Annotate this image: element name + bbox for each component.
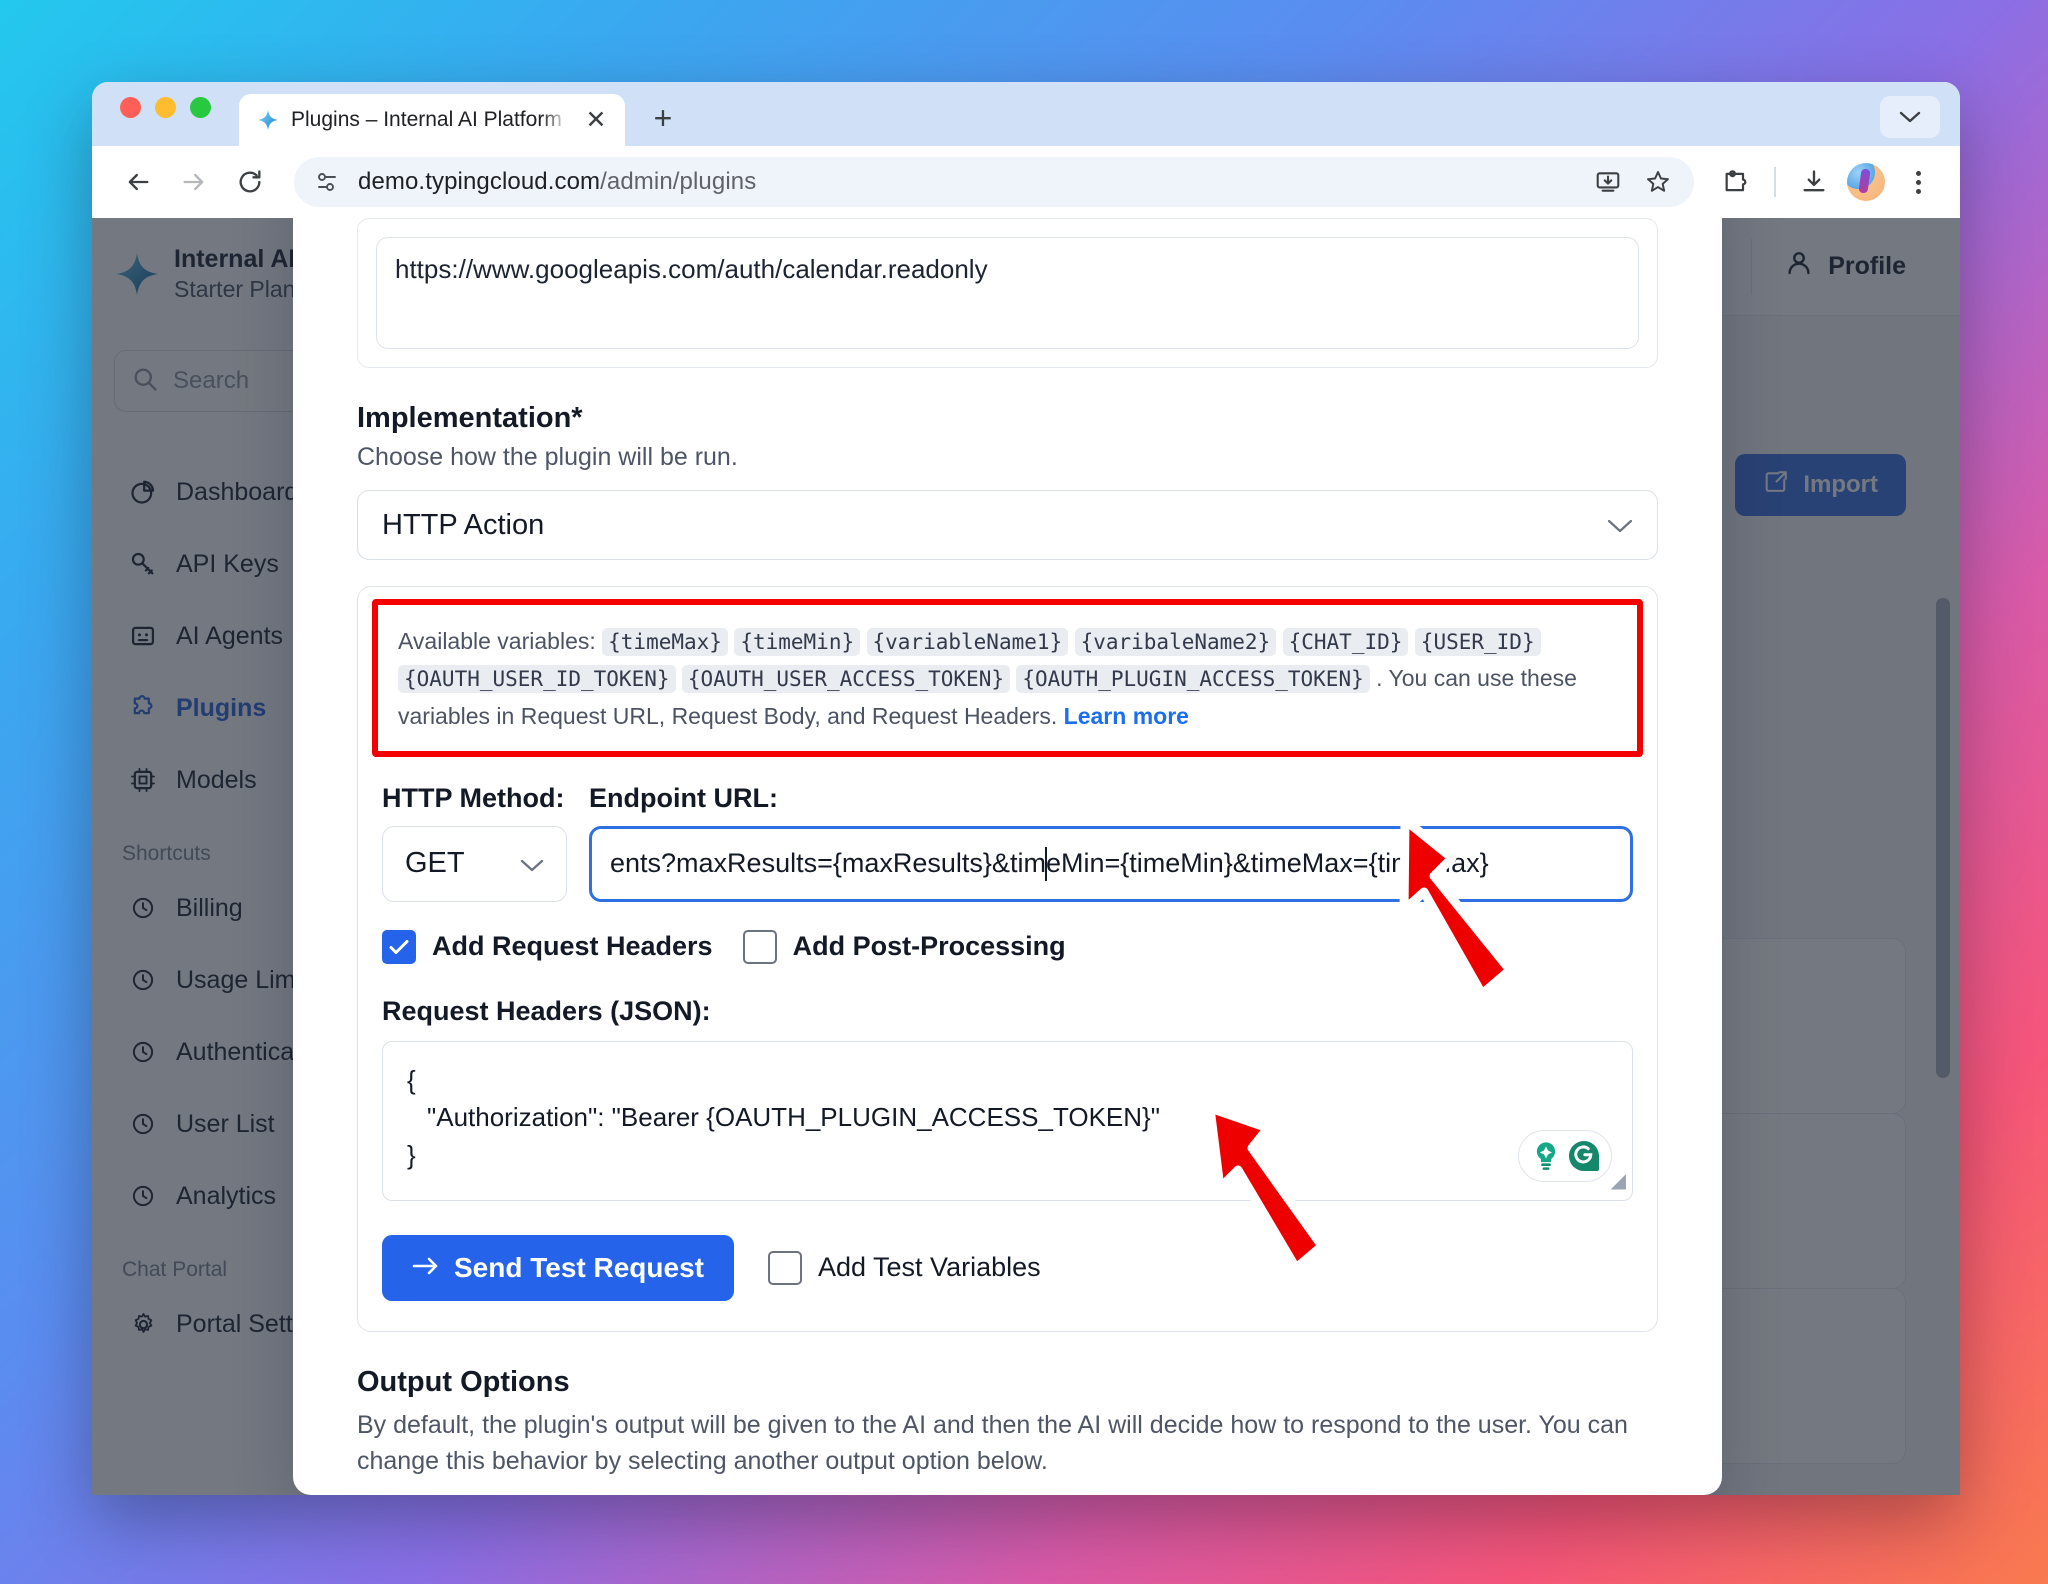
learn-more-link[interactable]: Learn more bbox=[1064, 703, 1189, 729]
resize-handle-icon[interactable]: ◢ bbox=[1611, 1167, 1626, 1196]
three-dot-menu-icon[interactable] bbox=[1896, 160, 1940, 204]
http-method-value: GET bbox=[405, 847, 465, 880]
test-request-row: Send Test Request Add Test Variables bbox=[382, 1235, 1633, 1301]
request-headers-textarea[interactable]: { "Authorization": "Bearer {OAUTH_PLUGIN… bbox=[382, 1041, 1633, 1201]
omnibox-actions bbox=[1586, 160, 1680, 204]
send-test-request-button[interactable]: Send Test Request bbox=[382, 1235, 734, 1301]
headers-line-1: { bbox=[407, 1062, 1608, 1100]
implementation-label: Implementation* bbox=[357, 402, 1658, 435]
close-tab-button[interactable]: ✕ bbox=[581, 105, 611, 135]
profile-avatar[interactable] bbox=[1844, 160, 1888, 204]
site-settings-icon[interactable] bbox=[308, 163, 346, 201]
tab-title: Plugins – Internal AI Platform bbox=[291, 108, 569, 132]
sparkle-icon bbox=[257, 109, 279, 131]
url-text: demo.typingcloud.com/admin/plugins bbox=[358, 168, 1574, 196]
checkbox-unchecked-icon bbox=[743, 930, 777, 964]
variable-token: {varibaleName2} bbox=[1075, 628, 1277, 656]
http-action-panel: Available variables: {timeMax} {timeMin}… bbox=[357, 586, 1658, 1332]
checkbox-label: Add Request Headers bbox=[432, 931, 713, 962]
send-test-request-label: Send Test Request bbox=[454, 1252, 704, 1284]
variables-prefix: Available variables: bbox=[398, 628, 596, 654]
variable-token: {OAUTH_USER_ACCESS_TOKEN} bbox=[682, 665, 1010, 693]
url-host: demo.typingcloud.com bbox=[358, 168, 600, 195]
output-options-title: Output Options bbox=[357, 1366, 1658, 1399]
bookmark-star-icon[interactable] bbox=[1636, 160, 1680, 204]
request-options: Add Request Headers Add Post-Processing bbox=[382, 930, 1633, 964]
headers-line-3: } bbox=[407, 1137, 1608, 1175]
available-variables-text: Available variables: {timeMax} {timeMin}… bbox=[398, 623, 1617, 735]
avatar bbox=[1847, 163, 1885, 201]
variable-token: {CHAT_ID} bbox=[1283, 628, 1409, 656]
maximize-window-button[interactable] bbox=[190, 97, 211, 118]
checkbox-label: Add Test Variables bbox=[818, 1252, 1041, 1283]
window-controls bbox=[120, 82, 211, 146]
close-window-button[interactable] bbox=[120, 97, 141, 118]
add-test-variables-checkbox[interactable]: Add Test Variables bbox=[768, 1251, 1041, 1285]
implementation-value: HTTP Action bbox=[382, 509, 544, 542]
endpoint-url-value-after: eMin={timeMin}&timeMax={timeMax} bbox=[1046, 848, 1489, 879]
oauth-scopes-field: https://www.googleapis.com/auth/calendar… bbox=[357, 218, 1658, 368]
http-method-label: HTTP Method: bbox=[382, 783, 589, 814]
extensions-puzzle-icon[interactable] bbox=[1714, 160, 1758, 204]
browser-toolbar: demo.typingcloud.com/admin/plugins bbox=[92, 146, 1960, 218]
request-field-labels: HTTP Method: Endpoint URL: bbox=[382, 783, 1633, 814]
address-bar[interactable]: demo.typingcloud.com/admin/plugins bbox=[294, 157, 1694, 207]
arrow-right-icon bbox=[412, 1252, 440, 1284]
grammarly-icon[interactable] bbox=[1518, 1130, 1612, 1182]
minimize-window-button[interactable] bbox=[155, 97, 176, 118]
variable-token: {USER_ID} bbox=[1415, 628, 1541, 656]
add-post-processing-checkbox[interactable]: Add Post-Processing bbox=[743, 930, 1066, 964]
scope-value: https://www.googleapis.com/auth/calendar… bbox=[395, 254, 1620, 285]
endpoint-url-label: Endpoint URL: bbox=[589, 783, 778, 814]
checkbox-checked-icon bbox=[382, 930, 416, 964]
request-field-row: GET ents?maxResults={maxResults}&timeMin… bbox=[382, 826, 1633, 902]
http-method-select[interactable]: GET bbox=[382, 826, 567, 902]
url-path: /admin/plugins bbox=[600, 168, 756, 195]
browser-tabstrip: Plugins – Internal AI Platform ✕ + bbox=[92, 82, 1960, 146]
variable-token: {OAUTH_USER_ID_TOKEN} bbox=[398, 665, 676, 693]
available-variables-callout: Available variables: {timeMax} {timeMin}… bbox=[372, 599, 1643, 757]
variable-token: {timeMin} bbox=[734, 628, 860, 656]
install-app-icon[interactable] bbox=[1586, 160, 1630, 204]
checkbox-label: Add Post-Processing bbox=[793, 931, 1066, 962]
toolbar-divider bbox=[1774, 167, 1776, 197]
scope-input[interactable]: https://www.googleapis.com/auth/calendar… bbox=[376, 237, 1639, 349]
reload-button[interactable] bbox=[226, 158, 274, 206]
variable-token: {OAUTH_PLUGIN_ACCESS_TOKEN} bbox=[1016, 665, 1369, 693]
output-options-desc: By default, the plugin's output will be … bbox=[357, 1407, 1658, 1480]
page-viewport: Internal AI Platform Starter Plan Search bbox=[92, 218, 1960, 1495]
browser-tab[interactable]: Plugins – Internal AI Platform ✕ bbox=[239, 94, 625, 146]
checkbox-unchecked-icon bbox=[768, 1251, 802, 1285]
forward-button[interactable] bbox=[170, 158, 218, 206]
add-request-headers-checkbox[interactable]: Add Request Headers bbox=[382, 930, 713, 964]
page-scrollbar[interactable] bbox=[1936, 598, 1950, 1078]
implementation-help: Choose how the plugin will be run. bbox=[357, 443, 1658, 472]
back-button[interactable] bbox=[114, 158, 162, 206]
chevron-down-icon bbox=[520, 851, 544, 877]
plugin-editor-modal: https://www.googleapis.com/auth/calendar… bbox=[293, 218, 1722, 1495]
variable-token: {variableName1} bbox=[867, 628, 1069, 656]
endpoint-url-input[interactable]: ents?maxResults={maxResults}&timeMin={ti… bbox=[589, 826, 1633, 902]
new-tab-button[interactable]: + bbox=[643, 98, 683, 138]
endpoint-url-value-before: ents?maxResults={maxResults}&tim bbox=[610, 848, 1046, 879]
implementation-select[interactable]: HTTP Action bbox=[357, 490, 1658, 560]
downloads-icon[interactable] bbox=[1792, 160, 1836, 204]
chevron-down-icon bbox=[1607, 512, 1633, 538]
variable-token: {timeMax} bbox=[602, 628, 728, 656]
tab-search-button[interactable] bbox=[1880, 96, 1940, 138]
request-headers-label: Request Headers (JSON): bbox=[382, 996, 1633, 1027]
browser-window: Plugins – Internal AI Platform ✕ + bbox=[92, 82, 1960, 1495]
headers-line-2: "Authorization": "Bearer {OAUTH_PLUGIN_A… bbox=[407, 1099, 1608, 1137]
